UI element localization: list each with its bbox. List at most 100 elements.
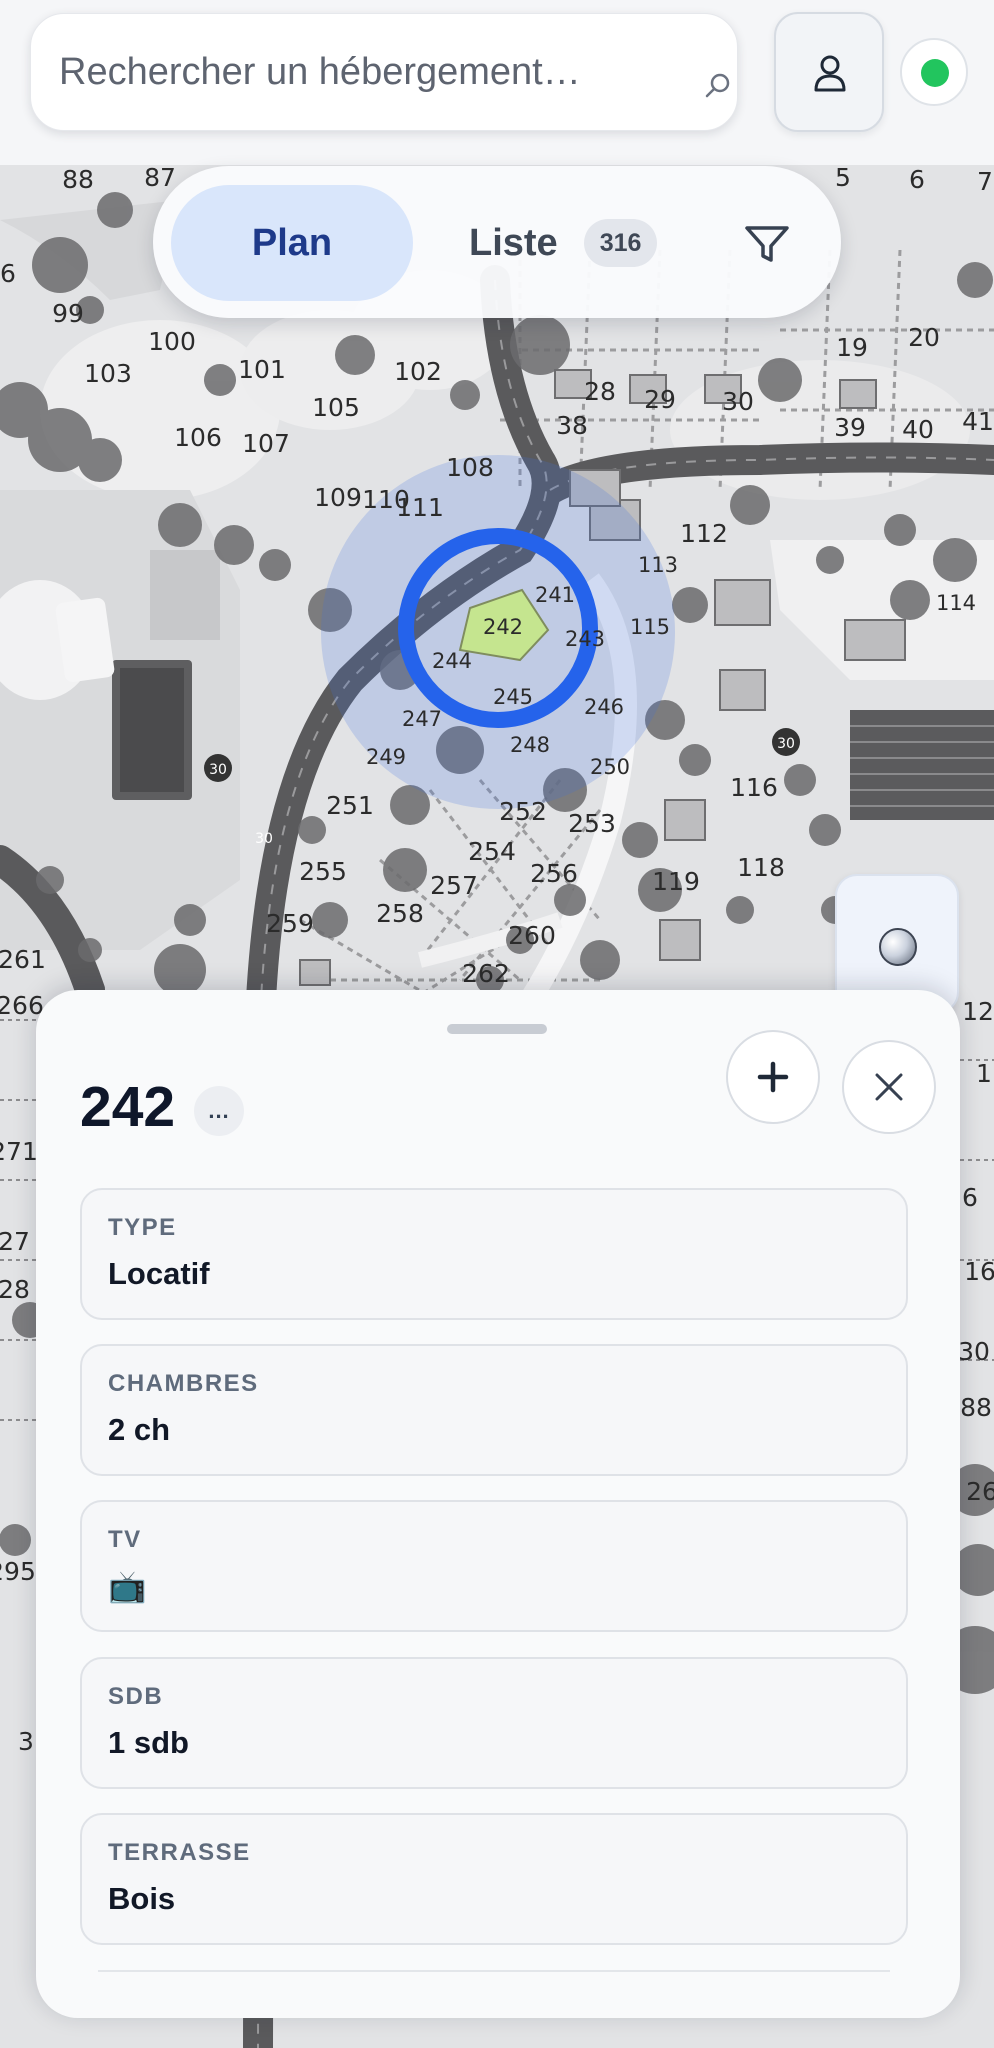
lot-label-39[interactable]: 39 bbox=[834, 413, 866, 442]
list-count-badge: 316 bbox=[583, 219, 658, 267]
more-button[interactable]: ... bbox=[194, 1086, 244, 1136]
lot-label-6[interactable]: 6 bbox=[962, 1183, 978, 1212]
lot-label-253[interactable]: 253 bbox=[568, 809, 616, 838]
lot-label-113[interactable]: 113 bbox=[638, 553, 678, 577]
lot-label-26[interactable]: 26 bbox=[966, 1477, 994, 1506]
tab-plan[interactable]: Plan bbox=[171, 185, 413, 301]
sheet-drag-handle[interactable] bbox=[447, 1024, 547, 1034]
lot-label-40[interactable]: 40 bbox=[902, 415, 934, 444]
lot-label-29[interactable]: 29 bbox=[644, 385, 676, 414]
lot-label-243[interactable]: 243 bbox=[565, 627, 605, 651]
lot-label-247[interactable]: 247 bbox=[402, 707, 442, 731]
lot-label-245[interactable]: 245 bbox=[493, 685, 533, 709]
globe-icon bbox=[879, 928, 917, 966]
lot-label-30[interactable]: 30 bbox=[958, 1337, 990, 1366]
lot-label-266[interactable]: 266 bbox=[0, 991, 44, 1020]
lot-label-255[interactable]: 255 bbox=[299, 857, 347, 886]
lot-label-271[interactable]: 271 bbox=[0, 1137, 38, 1166]
lot-label-295[interactable]: 295 bbox=[0, 1557, 36, 1586]
lot-label-252[interactable]: 252 bbox=[499, 797, 547, 826]
lot-label-111[interactable]: 111 bbox=[396, 493, 444, 522]
lot-label-28[interactable]: 28 bbox=[584, 377, 616, 406]
field-value: Bois bbox=[108, 1881, 176, 1916]
search-box[interactable] bbox=[30, 13, 738, 131]
view-toggle: Plan Liste 316 bbox=[153, 166, 841, 318]
tab-liste-label: Liste bbox=[469, 221, 558, 264]
user-icon bbox=[814, 55, 846, 92]
lot-label-102[interactable]: 102 bbox=[394, 357, 442, 386]
lot-label-106[interactable]: 106 bbox=[174, 423, 222, 452]
status-dot bbox=[921, 59, 949, 87]
lot-label-119[interactable]: 119 bbox=[652, 867, 700, 896]
lot-label-103[interactable]: 103 bbox=[84, 359, 132, 388]
tab-liste[interactable]: Liste 316 bbox=[453, 185, 673, 301]
lot-label-20[interactable]: 20 bbox=[908, 323, 940, 352]
lot-label-6[interactable]: 6 bbox=[909, 165, 925, 194]
lot-label-260[interactable]: 260 bbox=[508, 921, 556, 950]
field-label: TYPE bbox=[108, 1214, 177, 1241]
lot-label-7[interactable]: 7 bbox=[977, 167, 993, 196]
detail-sheet: 242 ... TYPE Locatif CHAMBRES 2 ch TV 📺 … bbox=[36, 990, 960, 2018]
profile-button[interactable] bbox=[774, 12, 884, 132]
lot-label-109[interactable]: 109 bbox=[314, 483, 362, 512]
lot-label-118[interactable]: 118 bbox=[737, 853, 785, 882]
lot-label-112[interactable]: 112 bbox=[680, 519, 728, 548]
lot-label-242[interactable]: 242 bbox=[483, 615, 523, 639]
field-terrasse: TERRASSE Bois bbox=[80, 1813, 908, 1945]
lot-label-261[interactable]: 261 bbox=[0, 945, 46, 974]
svg-text:30: 30 bbox=[777, 736, 795, 752]
lot-label-246[interactable]: 246 bbox=[584, 695, 624, 719]
lot-label-16[interactable]: 16 bbox=[964, 1257, 994, 1286]
top-bar bbox=[0, 0, 994, 165]
lot-label-250[interactable]: 250 bbox=[590, 755, 630, 779]
lot-label-108[interactable]: 108 bbox=[446, 453, 494, 482]
lot-label-258[interactable]: 258 bbox=[376, 899, 424, 928]
lot-label-19[interactable]: 19 bbox=[836, 333, 868, 362]
lot-label-257[interactable]: 257 bbox=[430, 871, 478, 900]
lot-label-248[interactable]: 248 bbox=[510, 733, 550, 757]
search-icon[interactable] bbox=[703, 70, 733, 100]
lot-label-12[interactable]: 12 bbox=[962, 997, 994, 1026]
field-label: TV bbox=[108, 1526, 142, 1553]
lot-label-262[interactable]: 262 bbox=[462, 959, 510, 988]
search-input[interactable] bbox=[59, 44, 649, 100]
lot-label-99[interactable]: 99 bbox=[52, 299, 84, 328]
lot-label-105[interactable]: 105 bbox=[312, 393, 360, 422]
lot-label-100[interactable]: 100 bbox=[148, 327, 196, 356]
field-value: Locatif bbox=[108, 1256, 210, 1291]
lot-label-30[interactable]: 30 bbox=[722, 387, 754, 416]
lot-label-41[interactable]: 41 bbox=[962, 407, 994, 436]
field-label: CHAMBRES bbox=[108, 1370, 259, 1397]
lot-label-249[interactable]: 249 bbox=[366, 745, 406, 769]
lot-label-107[interactable]: 107 bbox=[242, 429, 290, 458]
lot-label-256[interactable]: 256 bbox=[530, 859, 578, 888]
lot-label-5[interactable]: 5 bbox=[835, 163, 851, 192]
lot-label-259[interactable]: 259 bbox=[266, 909, 314, 938]
lot-label-115[interactable]: 115 bbox=[630, 615, 670, 639]
close-icon bbox=[875, 1073, 903, 1101]
lot-label-101[interactable]: 101 bbox=[238, 355, 286, 384]
field-label: TERRASSE bbox=[108, 1839, 251, 1866]
lot-label-87[interactable]: 87 bbox=[144, 163, 176, 192]
filter-icon[interactable] bbox=[739, 216, 795, 272]
lot-label-1[interactable]: 1 bbox=[976, 1059, 992, 1088]
lot-label-27[interactable]: 27 bbox=[0, 1227, 30, 1256]
lot-label-254[interactable]: 254 bbox=[468, 837, 516, 866]
lot-title: 242 bbox=[80, 1075, 176, 1139]
lot-label-28[interactable]: 28 bbox=[0, 1275, 30, 1304]
svg-text:30: 30 bbox=[255, 831, 273, 847]
lot-label-88[interactable]: 88 bbox=[62, 165, 94, 194]
lot-label-38[interactable]: 38 bbox=[556, 411, 588, 440]
connection-status bbox=[900, 38, 968, 106]
lot-label-6[interactable]: 6 bbox=[0, 259, 16, 288]
lot-label-251[interactable]: 251 bbox=[326, 791, 374, 820]
lot-label-116[interactable]: 116 bbox=[730, 773, 778, 802]
lot-label-3[interactable]: 3 bbox=[18, 1727, 34, 1756]
field-value: 1 sdb bbox=[108, 1725, 189, 1760]
add-button[interactable] bbox=[726, 1030, 820, 1124]
lot-label-88[interactable]: 88 bbox=[960, 1393, 992, 1422]
close-button[interactable] bbox=[842, 1040, 936, 1134]
lot-label-244[interactable]: 244 bbox=[432, 649, 472, 673]
lot-label-114[interactable]: 114 bbox=[936, 591, 976, 615]
lot-label-241[interactable]: 241 bbox=[535, 583, 575, 607]
